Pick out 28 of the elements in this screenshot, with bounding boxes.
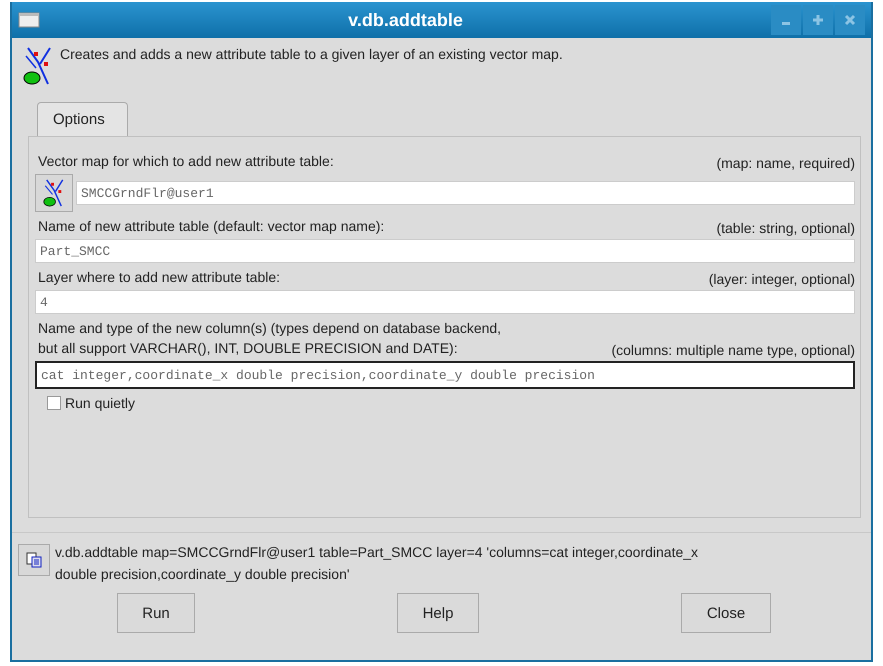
checkbox-label: Run quietly [65, 395, 136, 411]
checkbox[interactable] [47, 396, 61, 410]
option-hint: (columns: multiple name type, optional) [611, 342, 855, 358]
window-menu-icon[interactable] [18, 12, 40, 28]
description-text: Creates and adds a new attribute table to a given layer of an existing vector map. [60, 46, 563, 62]
input-field[interactable]: cat integer,coordinate_x double precision,coordinate_y double precision [35, 361, 855, 389]
maximize-icon[interactable] [803, 5, 833, 35]
option-hint: (table: string, optional) [716, 220, 855, 236]
input-field[interactable]: 4 [35, 290, 855, 314]
copy-icon [26, 552, 42, 568]
input-field[interactable]: Part_SMCC [35, 239, 855, 263]
action-button[interactable]: Help [397, 593, 479, 633]
copy-button[interactable] [18, 544, 50, 576]
map-picker-button[interactable] [35, 174, 73, 212]
option-label: Vector map for which to add new attribute table: [38, 152, 334, 171]
command-text: v.db.addtable map=SMCCGrndFlr@user1 table=Part_SMCC layer=4 'columns=cat integer,coordinate_x double precision,coordinate_y double precision' [55, 543, 700, 584]
close-icon[interactable] [835, 5, 865, 35]
option-hint: (layer: integer, optional) [708, 271, 855, 287]
options-tab[interactable]: Options [37, 102, 128, 136]
option-label: Name and type of the new column(s) (types depend on database backend, but all support VARCHAR(), INT, DOUBLE PRECISION and DATE): [38, 319, 502, 358]
minimize-icon[interactable] [771, 5, 801, 35]
action-button[interactable]: Run [117, 593, 195, 633]
input-field[interactable]: SMCCGrndFlr@user1 [76, 181, 855, 205]
action-button[interactable]: Close [681, 593, 771, 633]
window-title: v.db.addtable [347, 10, 464, 30]
option-label: Name of new attribute table (default: vector map name): [38, 217, 384, 236]
option-label: Layer where to add new attribute table: [38, 268, 280, 287]
option-hint: (map: name, required) [716, 155, 855, 171]
